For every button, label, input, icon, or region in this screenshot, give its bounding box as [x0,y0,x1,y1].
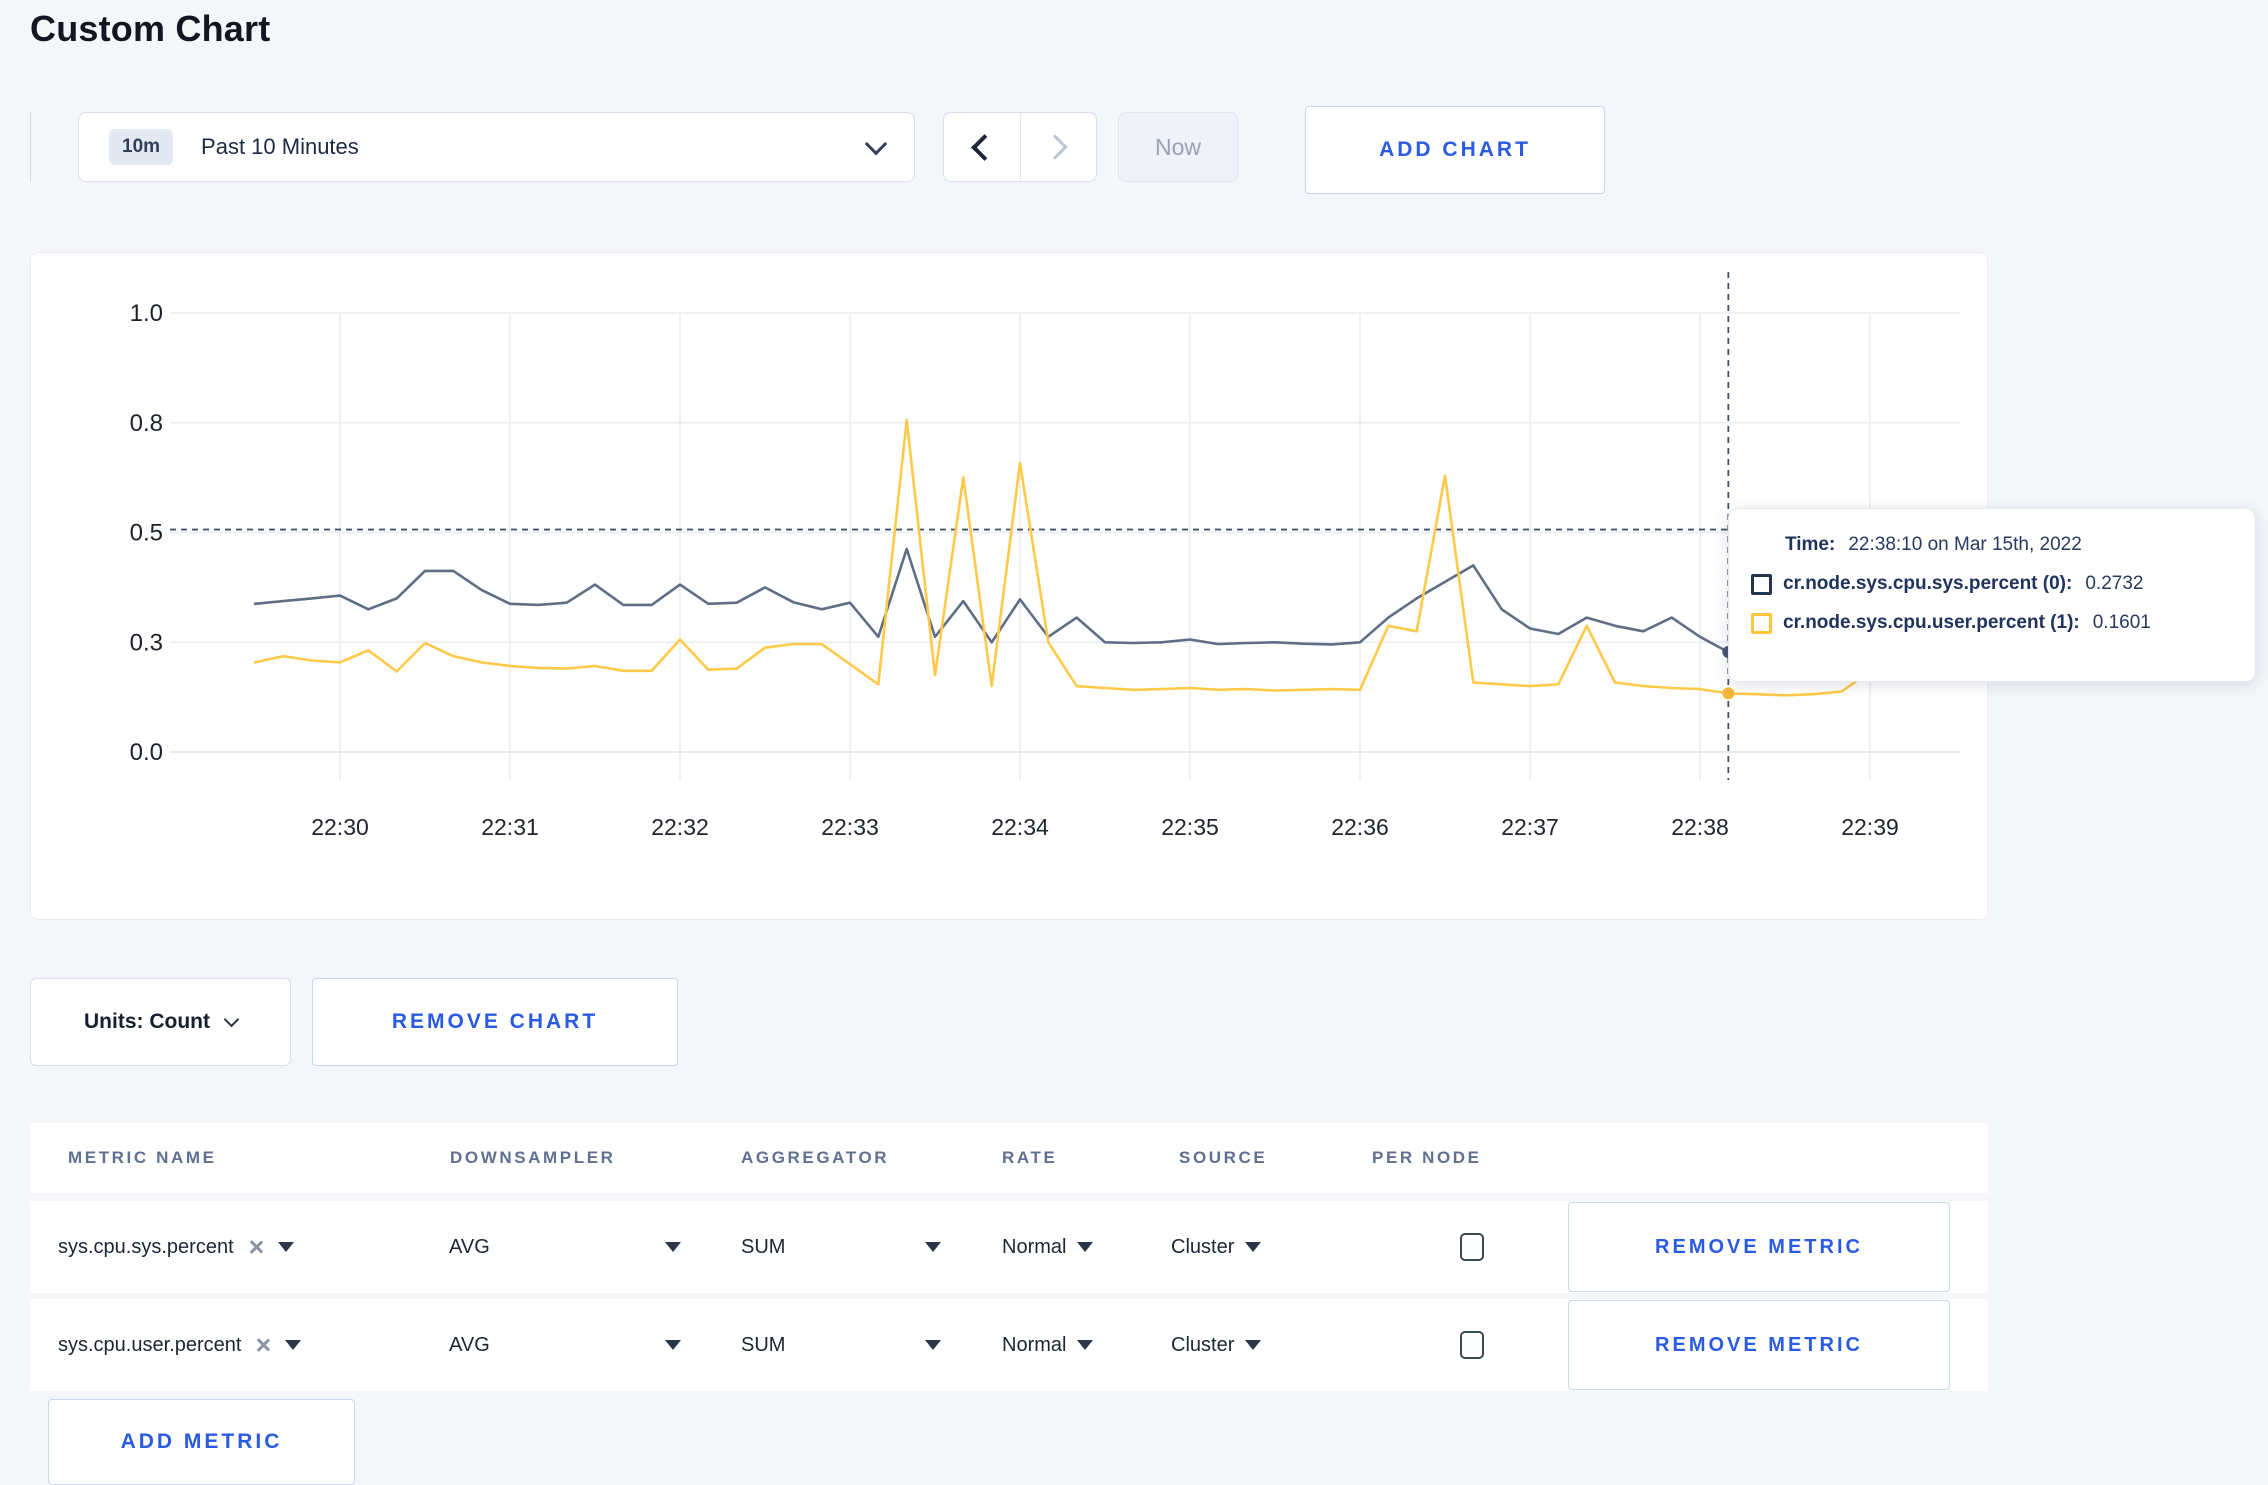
caret-down-icon [277,1242,294,1252]
now-button[interactable]: Now [1118,112,1238,182]
x-axis-tick-label: 22:31 [481,814,539,840]
chevron-down-icon [864,132,888,156]
downsampler-select[interactable]: AVG [449,1299,681,1391]
series-line [253,418,1928,697]
chevron-right-icon [1042,134,1068,160]
time-pager [943,112,1097,182]
y-axis-tick-label: 0.8 [130,410,163,437]
series-line [253,547,1928,654]
x-axis-tick-label: 22:36 [1331,814,1389,840]
tooltip-time-label: Time: [1785,534,1836,555]
rate-value: Normal [1002,1333,1067,1356]
user-series-swatch-icon [1751,612,1772,634]
tooltip-series-row: cr.node.sys.cpu.user.percent (1): 0.1601 [1751,612,2235,634]
tooltip-series-value: 0.2732 [2085,573,2144,594]
col-header-aggregator: AGGREGATOR [741,1148,890,1167]
downsampler-value: AVG [449,1333,490,1356]
clear-metric-icon[interactable] [255,1337,271,1353]
chevron-left-icon [971,133,999,161]
page-title: Custom Chart [30,8,271,49]
y-axis-tick-label: 0.0 [130,739,163,766]
y-axis-tick-label: 0.3 [130,629,163,656]
rate-value: Normal [1002,1235,1067,1258]
per-node-checkbox[interactable] [1460,1233,1484,1261]
aggregator-value: SUM [741,1333,786,1356]
caret-down-icon [285,1340,302,1350]
aggregator-select[interactable]: SUM [741,1299,941,1391]
tooltip-series-value: 0.1601 [2092,612,2151,633]
tooltip-series-row: cr.node.sys.cpu.sys.percent (0): 0.2732 [1751,573,2235,595]
x-axis-tick-label: 22:37 [1501,814,1559,840]
x-axis-tick-label: 22:33 [821,814,879,840]
tooltip-series-label: cr.node.sys.cpu.sys.percent (0): [1783,573,2073,594]
source-select[interactable]: Cluster [1171,1299,1262,1391]
caret-down-icon [925,1340,941,1350]
caret-down-icon [1245,1340,1262,1350]
time-range-badge: 10m [109,129,174,165]
time-range-label: Past 10 Minutes [201,134,359,159]
per-node-cell [1460,1201,1484,1293]
toolbar-divider [30,112,31,182]
next-time-button[interactable] [1019,113,1097,181]
x-axis-tick-label: 22:30 [311,814,369,840]
metric-name-select[interactable]: sys.cpu.sys.percent [58,1201,294,1293]
aggregator-select[interactable]: SUM [741,1201,941,1293]
col-header-rate: RATE [1002,1148,1058,1167]
metric-name-select[interactable]: sys.cpu.user.percent [58,1299,302,1391]
x-axis-tick-label: 22:34 [991,814,1049,840]
col-header-per-node: PER NODE [1372,1148,1482,1167]
source-select[interactable]: Cluster [1171,1201,1262,1293]
rate-select[interactable]: Normal [1002,1201,1094,1293]
metric-name-value: sys.cpu.sys.percent [58,1235,234,1258]
downsampler-value: AVG [449,1235,490,1258]
timeseries-chart[interactable]: 22:30 22:31 22:32 22:33 22:34 22:35 22:36 22:37… [30,252,1988,920]
caret-down-icon [665,1340,681,1350]
caret-down-icon [1077,1340,1094,1350]
add-chart-button[interactable]: ADD CHART [1305,106,1605,194]
source-value: Cluster [1171,1333,1235,1356]
caret-down-icon [665,1242,681,1252]
y-axis-tick-label: 1.0 [130,300,163,327]
tooltip-series-label: cr.node.sys.cpu.user.percent (1): [1783,612,2080,633]
prev-time-button[interactable] [944,113,1020,181]
y-axis-tick-label: 0.5 [130,520,163,547]
x-axis-tick-label: 22:38 [1671,814,1729,840]
metric-row: sys.cpu.user.percent AVG SUM Normal Clus… [30,1299,1988,1391]
units-dropdown[interactable]: Units: Count [30,978,291,1066]
metric-name-value: sys.cpu.user.percent [58,1333,242,1356]
caret-down-icon [1077,1242,1094,1252]
per-node-cell [1460,1299,1484,1391]
sys-series-swatch-icon [1751,573,1772,595]
time-range-dropdown[interactable]: 10m Past 10 Minutes [78,112,915,182]
col-header-metric-name: METRIC NAME [68,1148,217,1167]
aggregator-value: SUM [741,1235,786,1258]
metric-row: sys.cpu.sys.percent AVG SUM Normal Clust… [30,1201,1988,1293]
caret-down-icon [925,1242,941,1252]
remove-metric-button[interactable]: REMOVE METRIC [1568,1300,1950,1390]
rate-select[interactable]: Normal [1002,1299,1094,1391]
x-axis-tick-label: 22:32 [651,814,709,840]
x-axis-tick-label: 22:35 [1161,814,1219,840]
remove-chart-button[interactable]: REMOVE CHART [312,978,678,1066]
chevron-down-icon [223,1011,240,1028]
clear-metric-icon[interactable] [248,1239,264,1255]
chart-tooltip: Time: 22:38:10 on Mar 15th, 2022 cr.node… [1728,508,2256,682]
tooltip-time-value: 22:38:10 on Mar 15th, 2022 [1848,534,2082,555]
metrics-table-header: METRIC NAME DOWNSAMPLER AGGREGATOR RATE … [30,1123,1988,1193]
per-node-checkbox[interactable] [1460,1331,1484,1359]
tooltip-time-row: Time: 22:38:10 on Mar 15th, 2022 [1751,534,2235,556]
col-header-source: SOURCE [1179,1148,1268,1167]
units-label: Units: Count [84,1010,210,1033]
col-header-downsampler: DOWNSAMPLER [450,1148,616,1167]
downsampler-select[interactable]: AVG [449,1201,681,1293]
caret-down-icon [1245,1242,1262,1252]
x-axis-tick-label: 22:39 [1841,814,1899,840]
add-metric-button[interactable]: ADD METRIC [48,1399,355,1485]
remove-metric-button[interactable]: REMOVE METRIC [1568,1202,1950,1292]
source-value: Cluster [1171,1235,1235,1258]
hover-dot [1722,687,1735,700]
